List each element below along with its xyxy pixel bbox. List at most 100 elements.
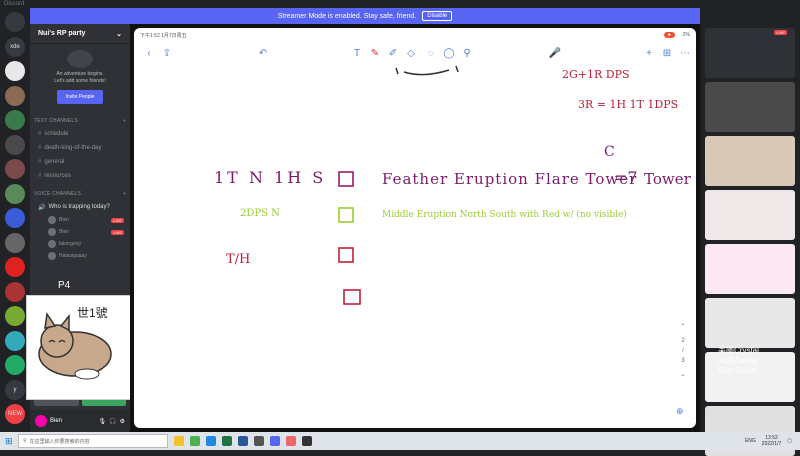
clock[interactable]: 13:52 2022/1/7 [762,435,781,447]
streamer-mode-banner: Streamer Mode is enabled. Stay safe, fri… [30,8,700,24]
hash-icon: # [38,173,42,179]
cat-sticker-image: 世1號 [26,295,132,400]
windows-taskbar: ⊞ ⚲ 在这里输入你要搜索的内容 ENG 13:52 2022/1/7 ▢ [0,432,800,450]
guild-icon[interactable] [5,306,25,326]
sticker-text: 世1號 [77,306,108,320]
guild-icon[interactable] [5,183,25,204]
guild-icon[interactable] [5,281,25,302]
invite-text-2: Let's add some friends! [54,78,106,84]
app-icon[interactable] [254,436,264,446]
channel-label: general [44,159,65,165]
stream-tile[interactable] [705,82,795,132]
voice-channel-label: Who is trapping today? [48,204,110,210]
chrome-icon[interactable] [190,436,200,446]
zoom-icon[interactable]: ⊕ [676,406,690,420]
server-header[interactable]: Nui's RP party ⌄ [30,24,130,44]
hash-icon: # [38,131,42,137]
add-channel-icon[interactable]: + [123,191,126,197]
guild-icon[interactable] [5,12,25,32]
guild-icon[interactable] [5,61,25,81]
note-2g: 2G+1R DPS [562,68,630,81]
note-1t: 1T N 1H S [214,168,327,187]
voice-user-name: Bien [59,217,70,223]
guild-icon[interactable] [5,355,25,375]
discord-icon[interactable] [270,436,280,446]
file-explorer-icon[interactable] [174,436,184,446]
disable-button[interactable]: Disable [422,11,453,21]
voice-user[interactable]: Hatsuigaaay [30,250,130,262]
avatar [48,216,56,224]
channel-item[interactable]: # general [30,155,130,169]
add-channel-icon[interactable]: + [123,118,126,124]
stream-tile[interactable]: LIVE [705,28,795,78]
chevron-down-icon[interactable]: ⌄ [678,370,688,380]
avatar [48,228,56,236]
window-title: Discord [0,0,800,8]
note-3r: 3R = 1H 1T 1DPS [578,98,679,111]
note-2dps: 2DPS N [240,208,280,219]
speaker-icon: 🔊 [38,204,46,211]
guild-icon[interactable]: NEW [5,404,25,424]
page-total: 3 [681,358,685,364]
guild-icon[interactable] [5,110,25,130]
excel-icon[interactable] [222,436,232,446]
obs-icon[interactable] [302,436,312,446]
stream-tile[interactable] [705,190,795,240]
headphones-icon[interactable]: 🎧 [109,418,116,425]
guild-icon[interactable] [5,85,25,106]
banner-text: Streamer Mode is enabled. Stay safe, fri… [277,12,417,20]
notes-app-stream: 下午1:52 1月7日周五 ● 2% ‹ ⇪ ↶ T ✎ ✐ ◇ ◌ ◯ ⚲ 🎤… [130,24,700,432]
p4-label: P4 [58,280,71,291]
stream-tile[interactable] [705,244,795,294]
note-feather: Feather Eruption Flare Tower [382,170,638,188]
mic-icon[interactable]: 🎙 [99,418,107,425]
voice-user[interactable]: Bien LIVE [30,226,130,238]
hash-icon: # [38,159,42,165]
channel-item[interactable]: # schedule [30,127,130,141]
windows-start-icon[interactable]: ⊞ [5,436,13,447]
gear-icon[interactable]: ⚙ [120,418,125,425]
search-placeholder: 在这里输入你要搜索的内容 [29,438,90,445]
taskbar-search[interactable]: ⚲ 在这里输入你要搜索的内容 [18,434,168,448]
page-indicator[interactable]: ⌃ 2 / 3 ⌄ [678,322,688,380]
notification-icon[interactable]: ▢ [787,438,792,444]
guild-icon[interactable] [5,330,25,351]
notes-canvas[interactable]: 下午1:52 1月7日周五 ● 2% ‹ ⇪ ↶ T ✎ ✐ ◇ ◌ ◯ ⚲ 🎤… [134,28,696,428]
invite-people-button[interactable]: Invite People [57,90,103,104]
lang-indicator[interactable]: ENG [745,438,756,444]
word-icon[interactable] [238,436,248,446]
clock-date: 2022/1/7 [761,441,782,447]
category-label: VOICE CHANNELS [34,191,81,197]
live-badge: LIVE [111,229,124,235]
voice-user-name: fakergenji [59,241,81,247]
voice-channels-category[interactable]: VOICE CHANNELS + [30,183,130,200]
guild-icon[interactable] [5,208,25,228]
note-arrow: =7 [614,168,638,187]
avatar[interactable] [35,415,47,427]
user-panel: Bien 🎙 🎧 ⚙ [30,410,130,432]
channel-label: schedule [44,131,69,137]
channel-item[interactable]: # death-king-of-the-day [30,141,130,155]
voice-user[interactable]: Bien LIVE [30,214,130,226]
channel-item[interactable]: # resources [30,169,130,183]
channel-label: resources [44,173,71,179]
voice-user[interactable]: fakergenji [30,238,130,250]
handwriting-layer [338,65,459,305]
guild-icon[interactable] [5,232,25,253]
search-icon: ⚲ [23,438,27,444]
overlay-line-2: 大陸Zalera [718,356,757,365]
guild-icon[interactable]: xde [5,36,25,57]
live-badge: LIVE [111,217,124,223]
text-channels-category[interactable]: TEXT CHANNELS + [30,110,130,127]
guild-icon[interactable] [5,134,25,155]
app-icon[interactable] [286,436,296,446]
guild-icon[interactable] [5,257,25,277]
overlay-line-3: Bien Rohd [718,366,756,375]
guild-icon[interactable] [5,159,25,179]
edge-icon[interactable] [206,436,216,446]
voice-channel[interactable]: 🔊 Who is trapping today? [30,200,130,214]
stream-tile[interactable] [705,136,795,186]
chevron-up-icon[interactable]: ⌃ [678,322,688,332]
guild-icon[interactable]: y [5,379,25,400]
stream-tile[interactable] [705,298,795,348]
